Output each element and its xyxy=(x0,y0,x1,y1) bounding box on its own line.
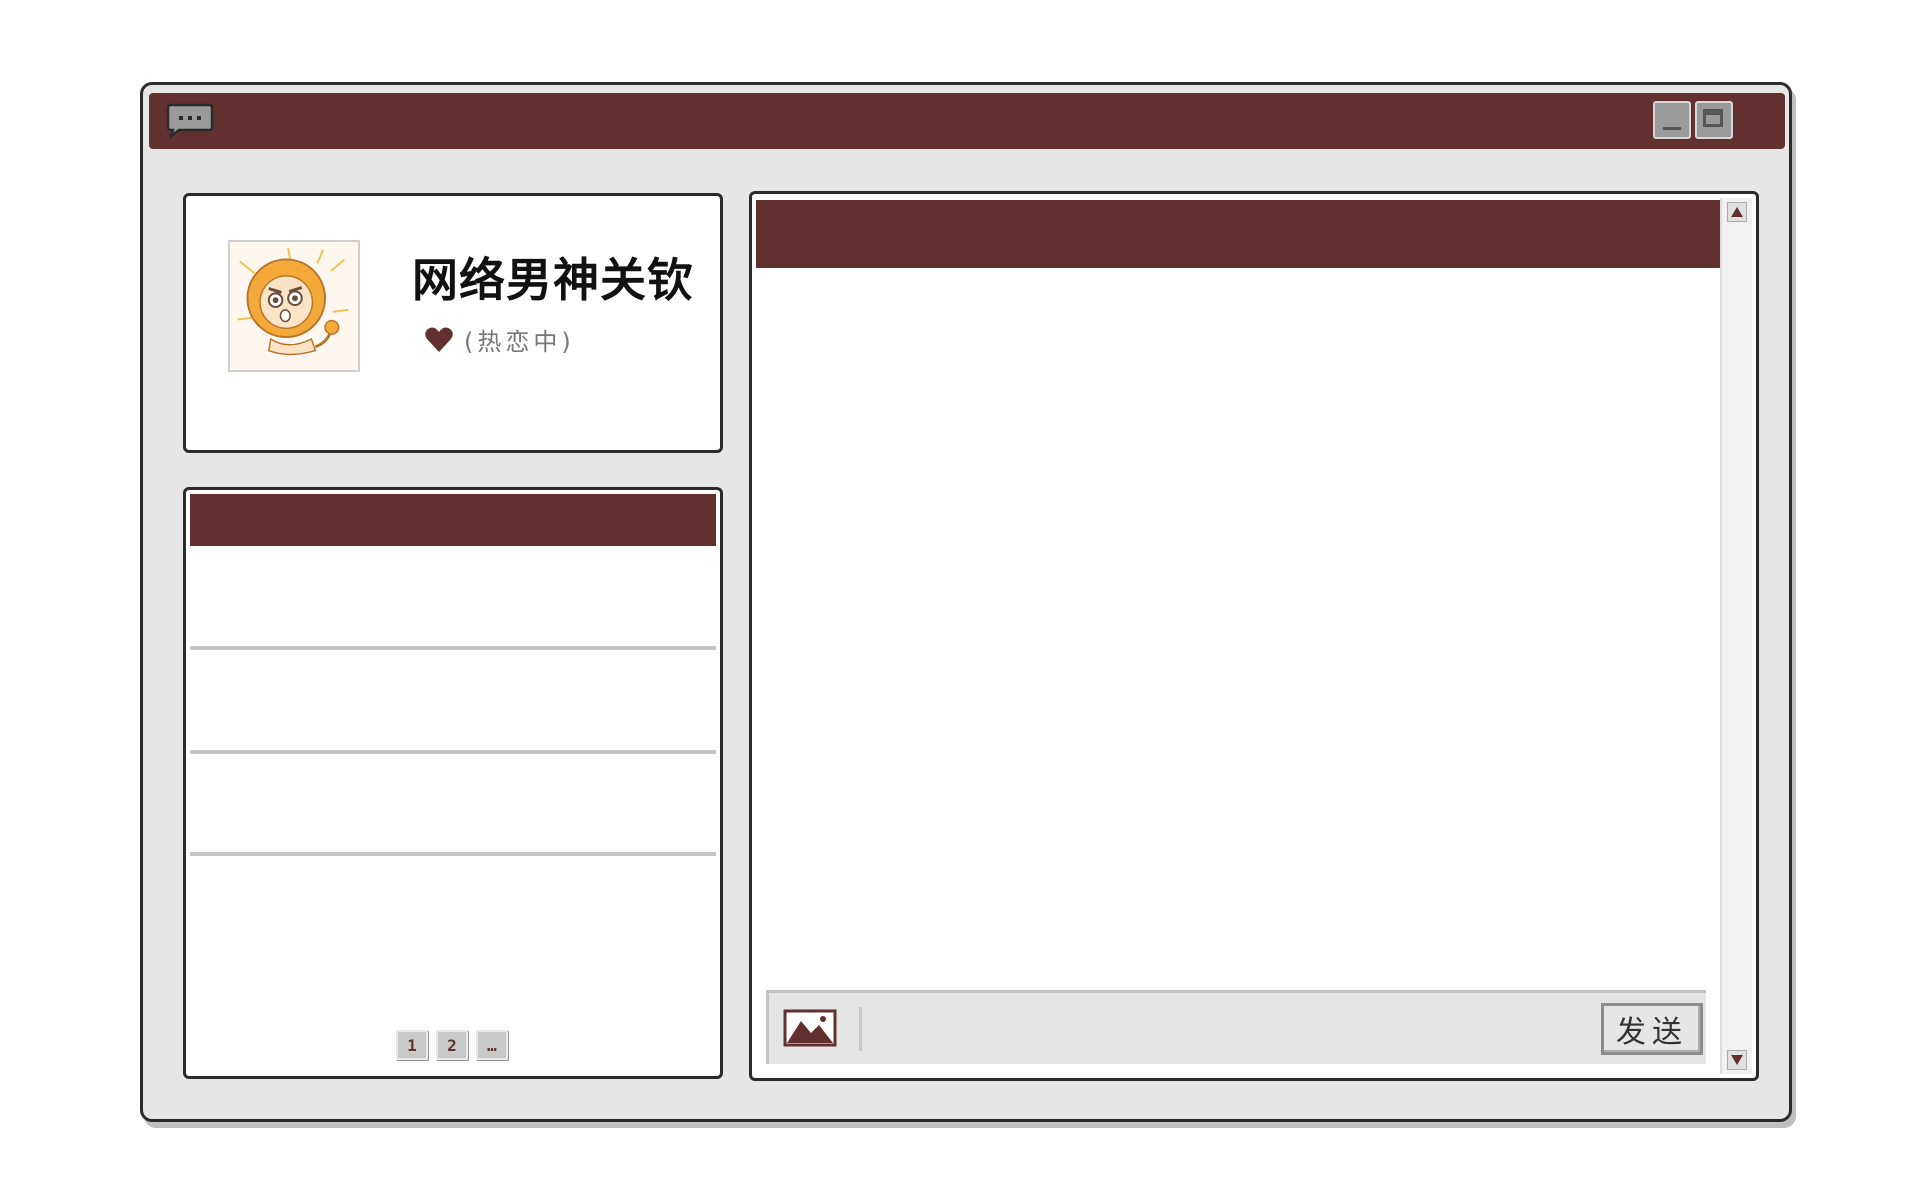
scroll-down-arrow-icon[interactable] xyxy=(1727,1050,1747,1070)
relationship-status: (热恋中) xyxy=(424,322,575,357)
title-bar[interactable] xyxy=(149,93,1785,149)
message-input[interactable] xyxy=(873,1003,1557,1057)
page-1-button[interactable]: 1 xyxy=(396,1030,428,1060)
send-button[interactable]: 发送 xyxy=(1601,1003,1703,1055)
more-pages-button[interactable]: … xyxy=(476,1030,508,1060)
profile-card: 网络男神关钦 (热恋中) xyxy=(183,193,723,453)
image-icon[interactable] xyxy=(783,1009,837,1047)
contact-list-panel: 1 2 … xyxy=(183,487,723,1079)
contact-list-header xyxy=(190,494,716,546)
profile-name: 网络男神关钦 xyxy=(412,253,694,307)
chat-header xyxy=(756,200,1720,268)
maximize-button[interactable] xyxy=(1695,101,1733,139)
list-item[interactable] xyxy=(190,546,716,650)
list-item[interactable] xyxy=(190,752,716,856)
chat-bubble-icon[interactable] xyxy=(165,101,215,139)
heart-icon xyxy=(425,327,453,352)
list-item[interactable] xyxy=(190,650,716,754)
scroll-up-arrow-icon[interactable] xyxy=(1727,202,1747,222)
avatar[interactable] xyxy=(228,240,360,372)
chat-window: 网络男神关钦 (热恋中) 1 2 … 发送 xyxy=(140,82,1792,1122)
lion-avatar-image xyxy=(237,247,349,356)
pagination: 1 2 … xyxy=(396,1030,508,1060)
message-input-bar: 发送 xyxy=(766,990,1706,1064)
chat-scrollbar[interactable] xyxy=(1720,198,1752,1074)
minimize-button[interactable] xyxy=(1653,101,1691,139)
page-2-button[interactable]: 2 xyxy=(436,1030,468,1060)
chat-panel: 发送 xyxy=(749,191,1759,1081)
status-text: (热恋中) xyxy=(464,328,575,356)
input-divider xyxy=(859,1007,862,1051)
